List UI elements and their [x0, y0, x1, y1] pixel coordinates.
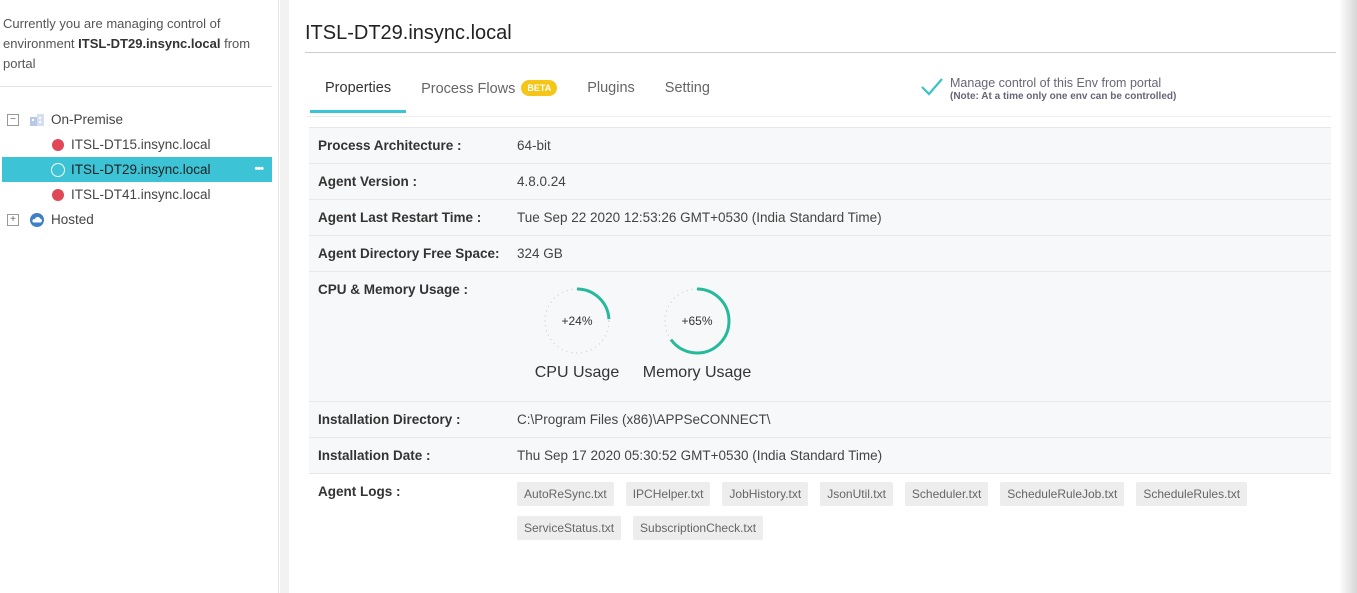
- property-value: Tue Sep 22 2020 12:53:26 GMT+0530 (India…: [517, 210, 882, 225]
- log-file-list: AutoReSync.txt IPCHelper.txt JobHistory.…: [517, 474, 1307, 550]
- log-file-link[interactable]: ScheduleRuleJob.txt: [1000, 482, 1125, 506]
- tab-plugins[interactable]: Plugins: [572, 70, 650, 113]
- title-divider: [305, 52, 1336, 53]
- cpu-gauge-label: CPU Usage: [534, 364, 620, 381]
- property-value: 4.8.0.24: [517, 174, 566, 189]
- tree-group-label: Hosted: [51, 212, 94, 227]
- property-row: Installation Date : Thu Sep 17 2020 05:3…: [309, 437, 1331, 473]
- memory-percent-text: +65%: [681, 314, 712, 328]
- tree-group-hosted[interactable]: + Hosted: [0, 207, 278, 232]
- manage-control-note: (Note: At a time only one env can be con…: [950, 91, 1177, 102]
- property-key: Agent Last Restart Time :: [318, 210, 482, 225]
- cpu-percent-text: +24%: [561, 314, 592, 328]
- property-key: Agent Version :: [318, 174, 418, 189]
- property-key: Process Architecture :: [318, 138, 462, 153]
- property-value: Thu Sep 17 2020 05:30:52 GMT+0530 (India…: [517, 448, 883, 463]
- page-title: ITSL-DT29.insync.local: [305, 22, 512, 44]
- log-file-link[interactable]: JobHistory.txt: [722, 482, 809, 506]
- property-row-logs: Agent Logs : AutoReSync.txt IPCHelper.tx…: [309, 473, 1331, 550]
- log-file-link[interactable]: ServiceStatus.txt: [517, 516, 622, 540]
- manage-control-label: Manage control of this Env from portal: [950, 76, 1162, 90]
- property-value: C:\Program Files (x86)\APPSeCONNECT\: [517, 412, 771, 427]
- tab-label: Setting: [664, 80, 710, 96]
- usage-gauges: +24% CPU Usage +65% Memory Usage: [517, 272, 757, 382]
- status-dot-icon: [52, 188, 64, 201]
- memory-gauge-dial: +65%: [663, 287, 731, 355]
- property-key: Installation Date :: [318, 448, 431, 463]
- checkmark-icon[interactable]: [920, 76, 944, 98]
- tree-item-env-selected[interactable]: ITSL-DT29.insync.local •••: [2, 157, 272, 182]
- tree-item-label: ITSL-DT15.insync.local: [71, 137, 211, 152]
- property-value: 64-bit: [517, 138, 551, 153]
- more-options-icon[interactable]: •••: [254, 163, 264, 175]
- status-dot-icon: [52, 138, 64, 151]
- memory-gauge: +65% Memory Usage: [637, 284, 757, 382]
- tree-item-label: ITSL-DT29.insync.local: [71, 162, 211, 177]
- log-file-link[interactable]: AutoReSync.txt: [517, 482, 614, 506]
- property-row: Agent Version : 4.8.0.24: [309, 163, 1331, 199]
- tab-label: Process Flows: [421, 81, 516, 97]
- property-key: Installation Directory :: [318, 412, 461, 427]
- property-row: Agent Directory Free Space: 324 GB: [309, 235, 1331, 271]
- cpu-gauge: +24% CPU Usage: [517, 284, 637, 382]
- log-file-link[interactable]: ScheduleRules.txt: [1136, 482, 1248, 506]
- tab-process-flows[interactable]: Process Flows BETA: [406, 70, 572, 113]
- tab-label: Properties: [325, 80, 392, 96]
- property-key: Agent Directory Free Space:: [318, 246, 500, 261]
- building-icon: [30, 113, 44, 126]
- properties-table: Process Architecture : 64-bit Agent Vers…: [309, 127, 1331, 550]
- environment-tree: − On-Premise ITSL-DT15.insync.local ITSL…: [0, 87, 278, 232]
- tab-properties[interactable]: Properties: [310, 70, 407, 113]
- tree-item-env[interactable]: ITSL-DT41.insync.local: [2, 182, 272, 207]
- log-file-link[interactable]: Scheduler.txt: [904, 482, 989, 506]
- managing-note: Currently you are managing control of en…: [0, 0, 272, 87]
- tab-setting[interactable]: Setting: [650, 70, 725, 113]
- window-edge-shadow: [1339, 0, 1357, 593]
- tree-group-label: On-Premise: [51, 112, 124, 127]
- tree-item-label: ITSL-DT41.insync.local: [71, 187, 211, 202]
- cloud-icon: [30, 212, 44, 227]
- managing-note-env: ITSL-DT29.insync.local: [78, 36, 221, 51]
- cpu-gauge-dial: +24%: [543, 287, 611, 355]
- memory-gauge-label: Memory Usage: [642, 364, 752, 381]
- environment-sidebar: Currently you are managing control of en…: [0, 0, 279, 593]
- collapse-icon[interactable]: −: [7, 113, 19, 126]
- manage-control-toggle[interactable]: Manage control of this Env from portal (…: [920, 76, 1176, 102]
- beta-badge: BETA: [521, 80, 558, 96]
- property-row: Installation Directory : C:\Program File…: [309, 401, 1331, 437]
- property-row: Process Architecture : 64-bit: [309, 127, 1331, 163]
- main-panel: ITSL-DT29.insync.local Properties Proces…: [290, 0, 1340, 593]
- property-row: Agent Last Restart Time : Tue Sep 22 202…: [309, 199, 1331, 235]
- property-value: 324 GB: [517, 246, 563, 261]
- property-key: CPU & Memory Usage :: [318, 282, 469, 297]
- tree-item-env[interactable]: ITSL-DT15.insync.local: [2, 132, 272, 157]
- tab-bar: Properties Process Flows BETA Plugins Set…: [310, 70, 725, 113]
- tab-label: Plugins: [587, 80, 635, 96]
- tree-group-on-premise[interactable]: − On-Premise: [0, 107, 278, 132]
- expand-icon[interactable]: +: [7, 213, 19, 226]
- log-file-link[interactable]: SubscriptionCheck.txt: [633, 516, 764, 540]
- panel-divider: [280, 0, 289, 593]
- tabs-divider: [307, 116, 1331, 117]
- log-file-link[interactable]: JsonUtil.txt: [820, 482, 893, 506]
- property-row-usage: CPU & Memory Usage : +24% CPU Usage +65%: [309, 271, 1331, 401]
- log-file-link[interactable]: IPCHelper.txt: [625, 482, 711, 506]
- property-key: Agent Logs :: [318, 484, 401, 499]
- status-ring-icon: [51, 162, 65, 177]
